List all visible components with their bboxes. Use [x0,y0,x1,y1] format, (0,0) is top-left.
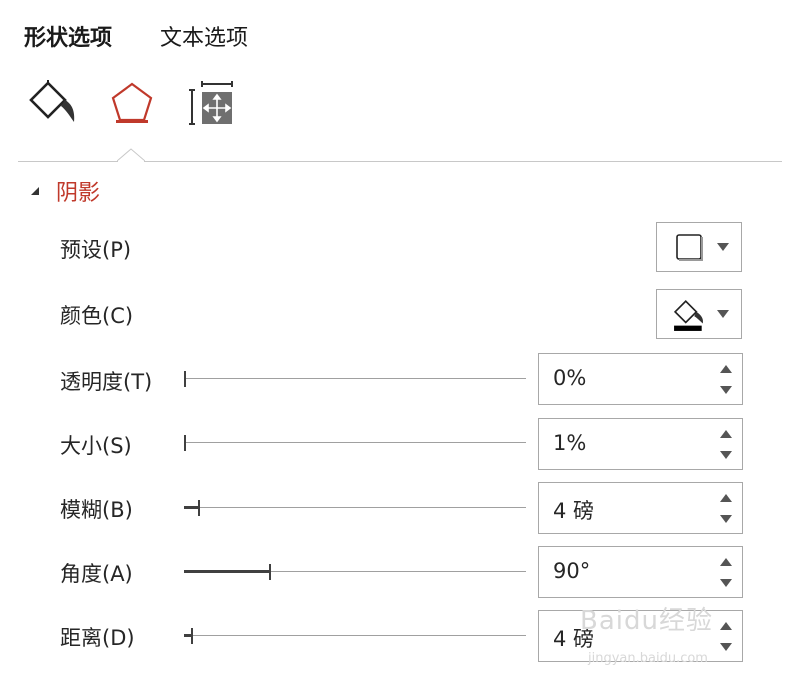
spin-down-icon[interactable] [720,579,732,587]
shadow-section-header[interactable]: 阴影 [30,176,100,206]
shadow-preset-picker[interactable] [656,222,742,272]
color-label: 颜色(C) [60,304,134,328]
slider-thumb[interactable] [184,435,186,451]
size-slider[interactable] [184,433,526,453]
angle-spinbox[interactable]: 90° [538,546,743,598]
slider-thumb[interactable] [184,371,186,387]
shadow-preset-swatch-icon [676,234,703,261]
spin-up-icon[interactable] [720,430,732,438]
spin-down-icon[interactable] [720,643,732,651]
transparency-label: 透明度(T) [60,370,153,394]
angle-slider[interactable] [184,562,526,582]
transparency-slider[interactable] [184,369,526,389]
blur-value[interactable]: 4 磅 [553,495,594,525]
size-spinbox[interactable]: 1% [538,418,743,470]
chevron-down-icon [717,310,729,318]
slider-track [184,507,526,508]
size-label: 大小(S) [60,434,132,458]
slider-thumb[interactable] [191,628,193,644]
tab-shape-options[interactable]: 形状选项 [24,20,112,52]
blur-slider[interactable] [184,498,526,518]
slider-track [184,635,526,636]
angle-value[interactable]: 90° [553,559,590,583]
active-tab-pointer [117,148,145,162]
effects-pentagon-icon[interactable] [108,80,156,126]
spin-up-icon[interactable] [720,558,732,566]
fill-line-icon[interactable] [28,80,78,126]
distance-slider[interactable] [184,626,526,646]
size-value[interactable]: 1% [553,431,586,455]
slider-fill [184,570,269,573]
shadow-color-picker[interactable] [656,289,742,339]
baidu-watermark: Baidu经验 [580,606,713,636]
preset-label: 预设(P) [60,238,132,262]
section-title: 阴影 [56,181,101,206]
collapse-triangle-icon [31,187,39,195]
angle-label: 角度(A) [60,562,133,586]
size-properties-icon[interactable] [188,80,236,126]
spin-down-icon[interactable] [720,386,732,394]
transparency-value[interactable]: 0% [553,366,586,390]
spin-up-icon[interactable] [720,365,732,373]
spin-down-icon[interactable] [720,451,732,459]
slider-thumb[interactable] [198,500,200,516]
chevron-down-icon [717,243,729,251]
slider-track [184,378,526,379]
slider-thumb[interactable] [269,564,271,580]
spin-up-icon[interactable] [720,622,732,630]
slider-fill [184,634,191,637]
paint-bucket-icon [673,299,704,331]
baidu-watermark-url: jingyan.baidu.com [588,651,708,666]
blur-label: 模糊(B) [60,498,133,522]
blur-spinbox[interactable]: 4 磅 [538,482,743,534]
spin-down-icon[interactable] [720,515,732,523]
distance-label: 距离(D) [60,626,135,650]
tab-text-options[interactable]: 文本选项 [160,20,248,52]
slider-fill [184,506,198,509]
spin-up-icon[interactable] [720,494,732,502]
transparency-spinbox[interactable]: 0% [538,353,743,405]
slider-track [184,442,526,443]
